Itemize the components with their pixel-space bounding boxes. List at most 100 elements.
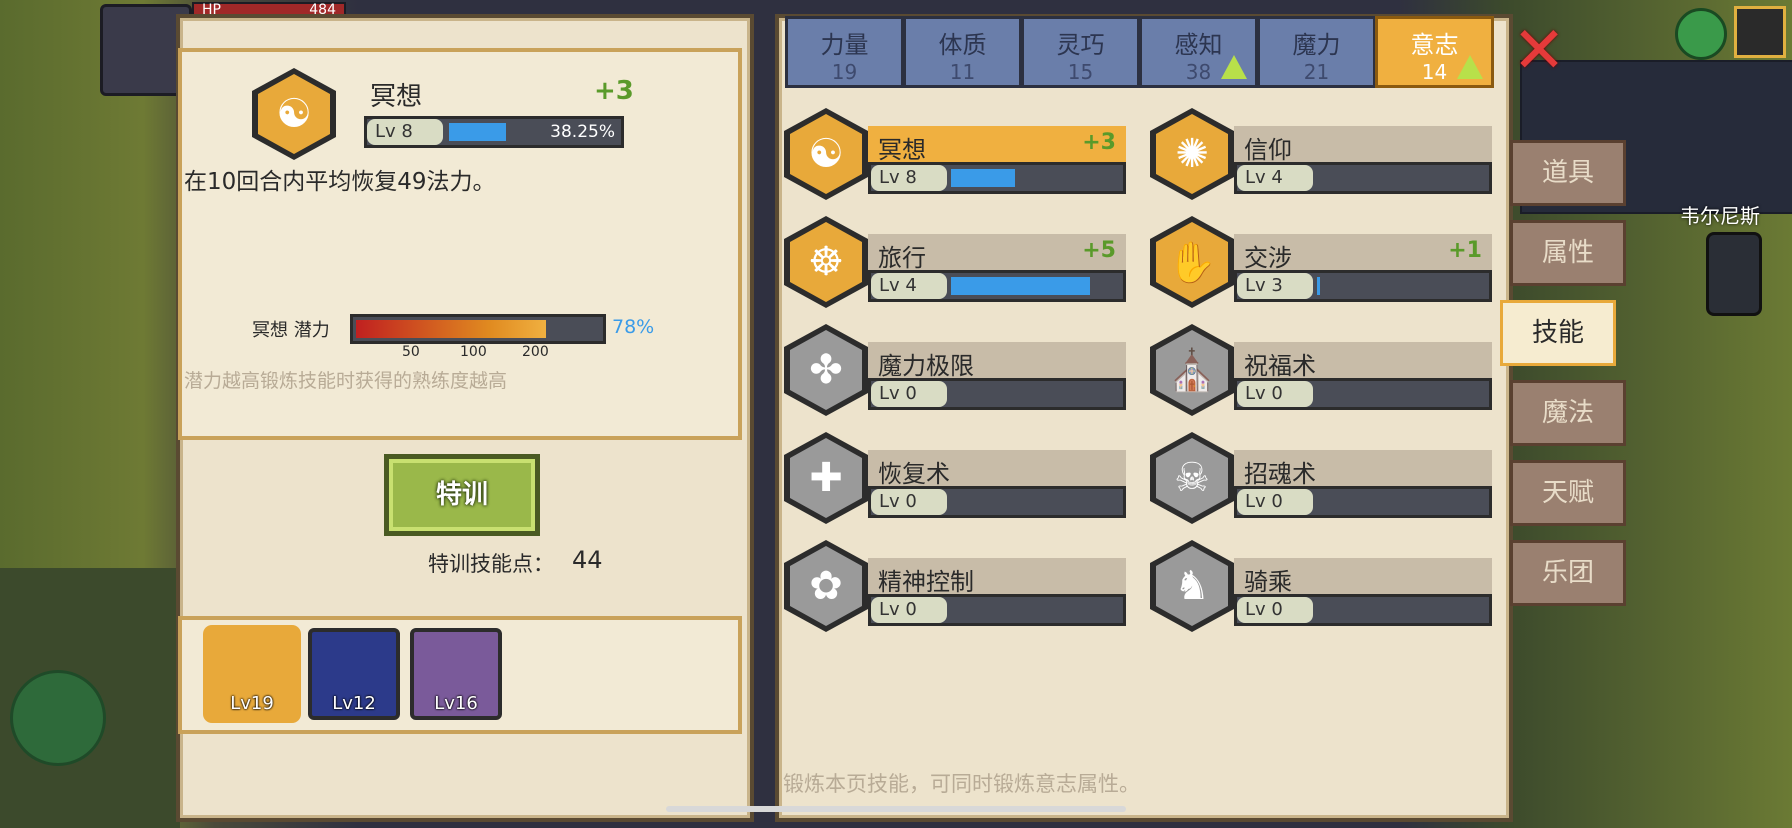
skill-bonus: +5 (1082, 238, 1116, 263)
skill-item[interactable]: ☸ 旅行 +5 Lv 4 (784, 214, 1130, 314)
detail-progress-text: 38.25% (550, 122, 615, 142)
travel-wheel-icon: ☸ (784, 216, 868, 308)
skill-name: 精神控制 (878, 568, 974, 596)
skill-item[interactable]: ✚ 恢复术 Lv 0 (784, 430, 1130, 530)
skill-bonus: +1 (1448, 238, 1482, 263)
skill-level-tag: Lv 4 (1237, 165, 1313, 191)
party-member-avatar[interactable]: Lv12 (308, 628, 400, 720)
skill-bonus: +3 (1082, 130, 1116, 155)
home-indicator (666, 806, 1126, 812)
train-button[interactable]: 特训 (384, 454, 540, 536)
skill-level-bar: Lv 0 (868, 486, 1126, 518)
side-menu-技能[interactable]: 技能 (1500, 300, 1616, 366)
tab-label: 灵巧 (1056, 31, 1105, 59)
train-points-value: 44 (572, 546, 603, 574)
skill-name-bar: 精神控制 (868, 558, 1126, 596)
location-label: 韦尔尼斯 (1680, 204, 1760, 228)
party-member-avatar[interactable]: Lv19 (206, 628, 298, 720)
side-menu-属性[interactable]: 属性 (1510, 220, 1626, 286)
side-menu-乐团[interactable]: 乐团 (1510, 540, 1626, 606)
skill-progress-fill (951, 277, 1090, 295)
tab-感知[interactable]: 感知 38 (1139, 16, 1258, 88)
skill-level-bar: Lv 8 (868, 162, 1126, 194)
skill-name: 祝福术 (1244, 352, 1316, 380)
tree (10, 670, 106, 766)
skill-name-bar: 招魂术 (1234, 450, 1492, 488)
side-menu-天赋[interactable]: 天赋 (1510, 460, 1626, 526)
potential-tick-100: 100 (460, 344, 487, 360)
skill-level-tag: Lv 0 (1237, 381, 1313, 407)
globe-icon[interactable] (1675, 8, 1727, 60)
skill-name: 信仰 (1244, 136, 1292, 164)
skill-name: 交涉 (1244, 244, 1292, 272)
skill-item[interactable]: ☠ 招魂术 Lv 0 (1150, 430, 1496, 530)
page-hint: 锻炼本页技能，可同时锻炼意志属性。 (783, 772, 1140, 796)
skill-item[interactable]: ⛪ 祝福术 Lv 0 (1150, 322, 1496, 422)
skill-level-bar: Lv 0 (1234, 378, 1492, 410)
skill-name: 旅行 (878, 244, 926, 272)
potential-percent: 78% (612, 316, 655, 338)
tab-label: 体质 (938, 31, 987, 59)
skill-level-tag: Lv 0 (871, 381, 947, 407)
healing-icon: ✚ (784, 432, 868, 524)
skill-detail-box: ☯ 冥想 +3 Lv 8 38.25% 在10回合内平均恢复49法力。 冥想 潜… (178, 48, 742, 440)
skill-progress-fill (1317, 277, 1320, 295)
tab-value: 21 (1303, 60, 1330, 84)
skill-name: 招魂术 (1244, 460, 1316, 488)
skill-level-bar: Lv 4 (1234, 162, 1492, 194)
detail-skill-name: 冥想 (370, 82, 423, 112)
skill-item[interactable]: ♞ 骑乘 Lv 0 (1150, 538, 1496, 638)
party-selector: Lv19 Lv12 Lv16 (178, 616, 742, 734)
skill-name-bar: 信仰 (1234, 126, 1492, 164)
party-member-avatar[interactable]: Lv16 (410, 628, 502, 720)
skill-level-tag: Lv 0 (1237, 489, 1313, 515)
skill-level-tag: Lv 3 (1237, 273, 1313, 299)
mana-limit-icon: ✤ (784, 324, 868, 416)
tab-灵巧[interactable]: 灵巧 15 (1021, 16, 1140, 88)
tab-label: 力量 (820, 31, 869, 59)
tab-魔力[interactable]: 魔力 21 (1257, 16, 1376, 88)
skill-level-bar: Lv 0 (1234, 486, 1492, 518)
tab-体质[interactable]: 体质 11 (903, 16, 1022, 88)
skill-item[interactable]: ✿ 精神控制 Lv 0 (784, 538, 1130, 638)
handshake-icon: ✋ (1150, 216, 1234, 308)
skill-name: 冥想 (878, 136, 926, 164)
skill-item[interactable]: ☯ 冥想 +3 Lv 8 (784, 106, 1130, 206)
potential-fill (356, 320, 546, 338)
exit-icon[interactable] (1734, 6, 1786, 58)
skill-level-bar: Lv 3 (1234, 270, 1492, 302)
side-menu-魔法[interactable]: 魔法 (1510, 380, 1626, 446)
meditation-icon: ☯ (784, 108, 868, 200)
skill-detail-panel: ☯ 冥想 +3 Lv 8 38.25% 在10回合内平均恢复49法力。 冥想 潜… (176, 14, 754, 822)
skill-item[interactable]: ✤ 魔力极限 Lv 0 (784, 322, 1130, 422)
skill-level-bar: Lv 0 (868, 594, 1126, 626)
skill-name-bar: 恢复术 (868, 450, 1126, 488)
skill-item[interactable]: ✺ 信仰 Lv 4 (1150, 106, 1496, 206)
skill-name: 恢复术 (878, 460, 950, 488)
close-icon[interactable]: ✕ (1510, 19, 1568, 83)
tab-力量[interactable]: 力量 19 (785, 16, 904, 88)
detail-skill-bonus: +3 (594, 76, 634, 106)
skill-name-bar: 骑乘 (1234, 558, 1492, 596)
skill-item[interactable]: ✋ 交涉 +1 Lv 3 (1150, 214, 1496, 314)
skill-level-tag: Lv 4 (871, 273, 947, 299)
skill-level-tag: Lv 8 (871, 165, 947, 191)
potential-bar (350, 314, 606, 344)
phone-icon[interactable] (1706, 232, 1762, 316)
detail-level-tag: Lv 8 (367, 119, 443, 145)
skill-level-tag: Lv 0 (871, 597, 947, 623)
skill-name-bar: 魔力极限 (868, 342, 1126, 380)
side-menu-道具[interactable]: 道具 (1510, 140, 1626, 206)
potential-label: 冥想 潜力 (252, 320, 330, 341)
meditation-icon: ☯ (252, 68, 336, 160)
skill-level-bar: Lv 0 (868, 378, 1126, 410)
tab-value: 15 (1067, 60, 1094, 84)
tab-意志[interactable]: 意志 14 (1375, 16, 1494, 88)
detail-level-bar: Lv 8 38.25% (364, 116, 624, 148)
faith-icon: ✺ (1150, 108, 1234, 200)
level-up-arrow-icon (1457, 55, 1483, 79)
skill-level-bar: Lv 0 (1234, 594, 1492, 626)
skill-progress-fill (951, 169, 1015, 187)
train-points-label: 特训技能点： (428, 552, 554, 576)
party-member-level: Lv16 (434, 693, 478, 714)
